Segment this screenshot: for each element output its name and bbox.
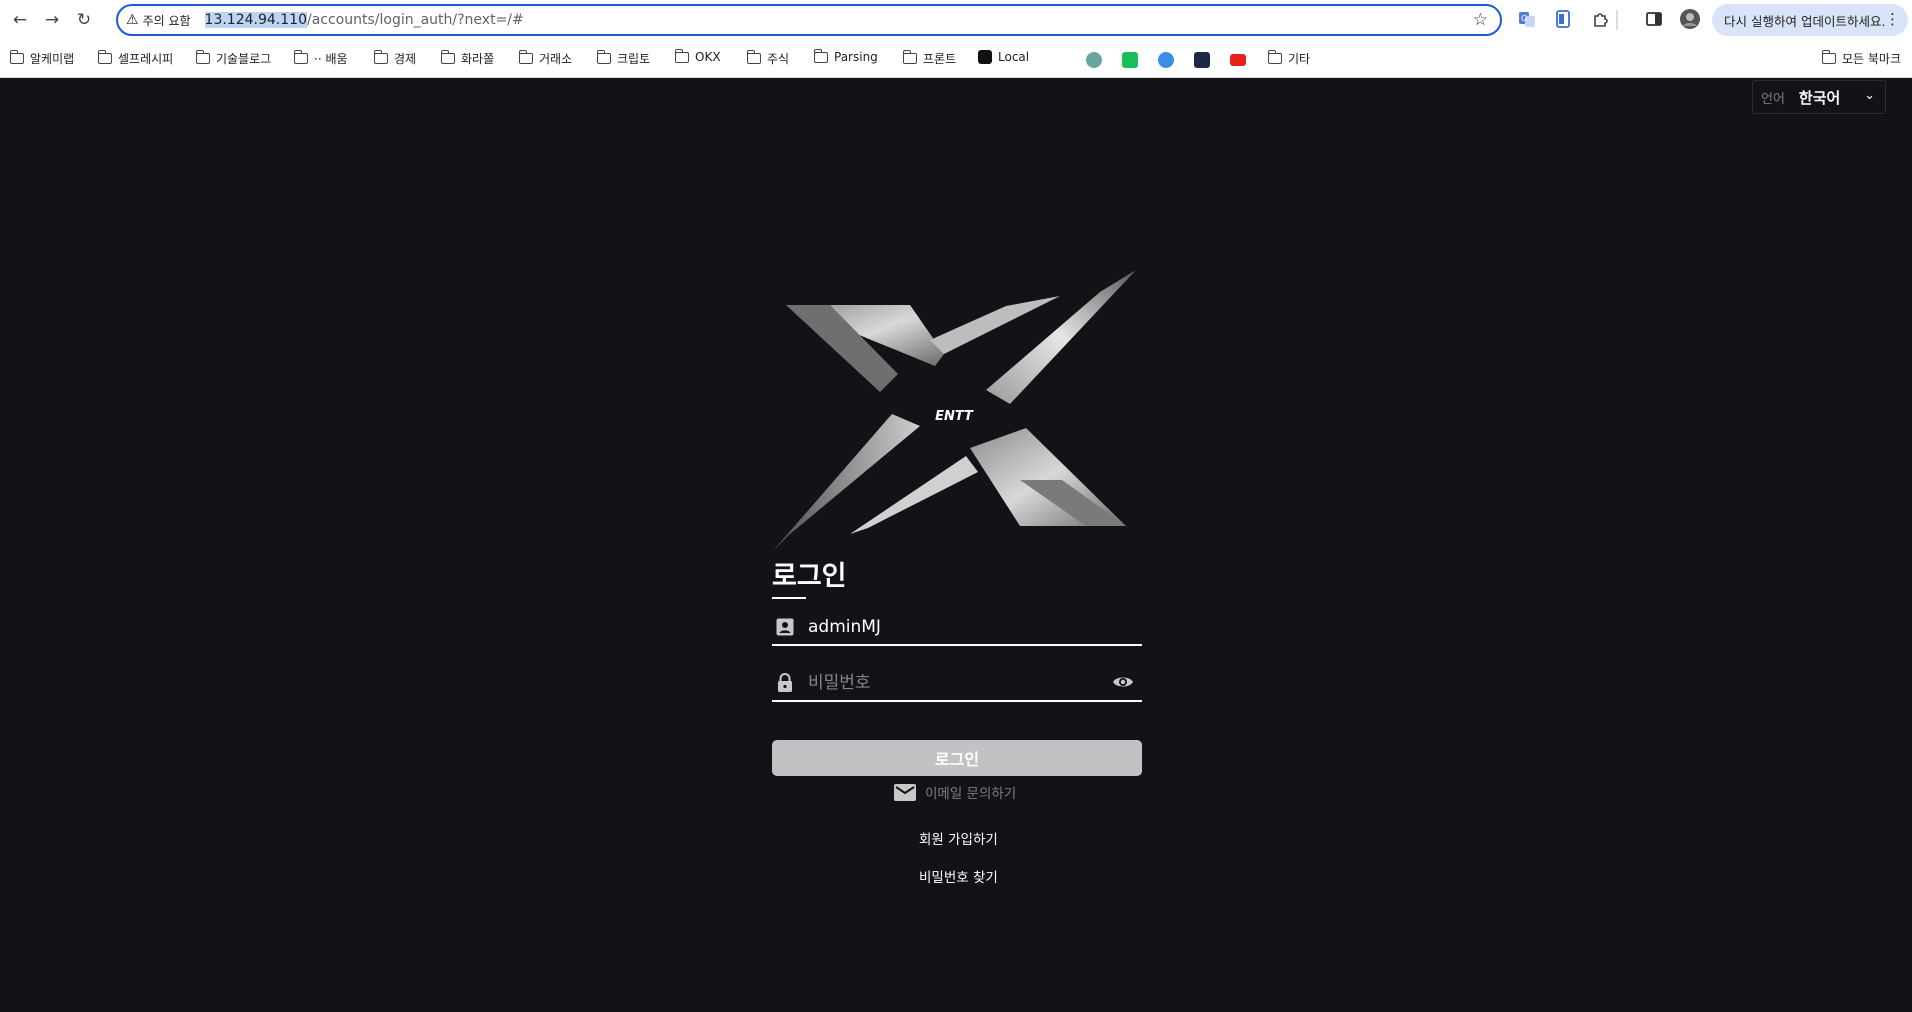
login-page: 언어 한국어 ⌄ ENTT 로그인 adminMJ 로그인 이메일 문의하기 회… — [0, 78, 1912, 1012]
url-text[interactable]: 13.124.94.110/accounts/login_auth/?next=… — [204, 12, 524, 28]
bookmark-item[interactable]: OKX — [674, 48, 721, 64]
folder-icon — [902, 50, 917, 64]
folder-icon — [1267, 50, 1282, 64]
username-field[interactable] — [772, 610, 1142, 646]
chatgpt-icon[interactable] — [1086, 52, 1102, 68]
user-badge-icon — [774, 616, 796, 638]
language-select[interactable]: 언어 한국어 ⌄ — [1752, 80, 1886, 114]
all-bookmarks-label: 모든 북마크 — [1842, 52, 1902, 66]
folder-icon — [1821, 50, 1836, 64]
update-label: 다시 실행하여 업데이트하세요. — [1724, 13, 1886, 29]
reading-mode-icon[interactable] — [1552, 8, 1574, 30]
mail-icon — [894, 783, 916, 801]
youtube-icon[interactable] — [1230, 54, 1246, 66]
signup-link[interactable]: 회원 가입하기 — [919, 828, 998, 848]
language-label: 언어 — [1761, 91, 1785, 107]
bookmark-item[interactable]: 셀프레시피 — [97, 50, 174, 67]
password-input[interactable] — [808, 673, 1098, 693]
warning-icon: ⚠ — [126, 12, 139, 28]
bookmark-label: 경제 — [394, 52, 417, 66]
bookmark-label: 크립토 — [617, 52, 651, 66]
address-bar[interactable]: ⚠ 주의 요함 13.124.94.110/accounts/login_aut… — [116, 4, 1502, 36]
forward-icon[interactable]: → — [38, 6, 66, 34]
url-path: /accounts/login_auth/?next=/# — [306, 12, 524, 28]
login-button[interactable]: 로그인 — [772, 740, 1142, 776]
bookmark-item[interactable]: 거래소 — [518, 50, 573, 67]
update-chrome-button[interactable]: 다시 실행하여 업데이트하세요. ⋮ — [1712, 4, 1908, 36]
bookmark-item[interactable]: 경제 — [373, 50, 417, 67]
login-title: 로그인 — [772, 554, 847, 599]
lock-icon — [774, 672, 796, 694]
folder-icon — [674, 48, 689, 63]
extensions-icon[interactable] — [1590, 8, 1612, 30]
eye-icon[interactable] — [1112, 674, 1134, 694]
logo-text: ENTT — [935, 409, 974, 424]
find-password-link[interactable]: 비밀번호 찾기 — [919, 866, 998, 886]
bookmark-label: ⋅⋅ 배움 — [314, 52, 348, 66]
bookmark-item[interactable]: 기타 — [1267, 50, 1311, 67]
bookmark-item[interactable]: 프론트 — [902, 50, 957, 67]
bookmark-item[interactable]: 화라쫄 — [440, 50, 495, 67]
naver-icon[interactable] — [1122, 52, 1138, 68]
bookmark-label: 주식 — [767, 52, 790, 66]
bookmark-label: 기타 — [1288, 52, 1311, 66]
bookmark-label: OKX — [695, 50, 721, 64]
bookmark-label: 화라쫄 — [461, 52, 495, 66]
toolbar-divider — [1616, 10, 1618, 30]
bookmark-item[interactable]: 알케미랩 — [9, 50, 75, 67]
logo-blade-lower-left — [772, 414, 920, 552]
bookmark-label: Local — [998, 50, 1030, 64]
back-icon[interactable]: ← — [6, 6, 34, 34]
side-panel-icon[interactable] — [1643, 8, 1665, 30]
menu-dots-icon[interactable]: ⋮ — [1885, 10, 1900, 28]
bookmark-star-icon[interactable]: ☆ — [1473, 10, 1488, 30]
url-host: 13.124.94.110 — [204, 12, 307, 28]
folder-icon — [293, 50, 308, 64]
email-inquiry-label: 이메일 문의하기 — [925, 786, 1017, 802]
bookmark-item[interactable]: Local — [978, 50, 1029, 64]
folder-icon — [596, 50, 611, 64]
folder-icon — [746, 50, 761, 64]
translate-site-icon[interactable] — [1158, 52, 1174, 68]
bookmark-item[interactable]: Parsing — [813, 48, 878, 64]
bookmark-item[interactable]: 크립토 — [596, 50, 651, 67]
translate-icon[interactable]: G — [1516, 8, 1538, 30]
folder-icon — [9, 50, 24, 64]
bookmark-label: 셀프레시피 — [118, 52, 174, 66]
bookmark-label: 알케미랩 — [30, 52, 75, 66]
folder-icon — [373, 50, 388, 64]
language-value: 한국어 — [1798, 88, 1841, 107]
bookmark-item[interactable]: 주식 — [746, 50, 790, 67]
folder-icon — [195, 50, 210, 64]
bookmarks-bar: 알케미랩 셀프레시피 기술블로그 ⋅⋅ 배움 경제 화라쫄 거래소 크립토 OK… — [0, 40, 1912, 78]
bookmark-item[interactable]: ⋅⋅ 배움 — [293, 50, 348, 67]
entt-x-logo: ENTT — [772, 270, 1136, 552]
browser-toolbar: ← → ↻ ⚠ 주의 요함 13.124.94.110/accounts/log… — [0, 0, 1912, 40]
profile-avatar[interactable] — [1679, 8, 1701, 30]
folder-icon — [518, 50, 533, 64]
bookmark-label: 기술블로그 — [216, 52, 272, 66]
chevron-down-icon: ⌄ — [1864, 88, 1875, 103]
folder-icon — [813, 48, 828, 63]
logo-blade-upper-right — [986, 270, 1136, 404]
bookmark-label: 프론트 — [923, 52, 957, 66]
bookmark-item[interactable]: 기술블로그 — [195, 50, 272, 67]
bookmark-label: 거래소 — [539, 52, 573, 66]
security-label: 주의 요함 — [142, 13, 191, 28]
security-warning[interactable]: ⚠ 주의 요함 — [126, 12, 191, 29]
all-bookmarks[interactable]: 모든 북마크 — [1821, 50, 1902, 67]
x-logo-icon — [978, 50, 992, 64]
folder-icon — [440, 50, 455, 64]
reload-icon[interactable]: ↻ — [70, 6, 98, 34]
app-site-icon[interactable] — [1194, 52, 1210, 68]
email-inquiry-link[interactable]: 이메일 문의하기 — [894, 782, 1016, 802]
svg-text:G: G — [1521, 14, 1527, 23]
username-input[interactable] — [808, 617, 1098, 637]
folder-icon — [97, 50, 112, 64]
password-field[interactable] — [772, 666, 1142, 702]
bookmark-label: Parsing — [834, 50, 878, 64]
